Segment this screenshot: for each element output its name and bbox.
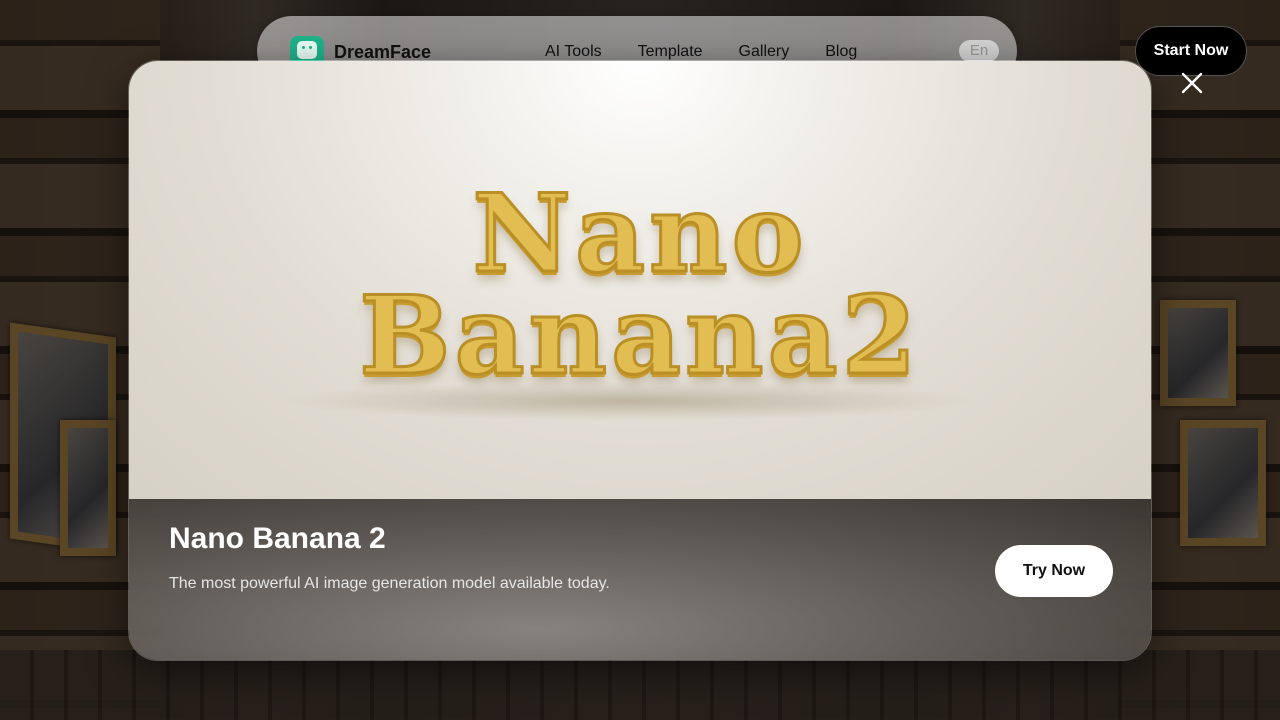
nav-blog[interactable]: Blog (825, 43, 857, 61)
promo-hero-image: Nano Banana2 (129, 61, 1151, 499)
nav-links: AI Tools Template Gallery Blog (545, 43, 857, 61)
nav-template[interactable]: Template (638, 43, 703, 61)
language-switcher[interactable]: En (959, 40, 999, 62)
close-icon[interactable] (1179, 70, 1205, 96)
promo-title: Nano Banana 2 (169, 522, 386, 555)
nav-ai-tools[interactable]: AI Tools (545, 43, 602, 61)
try-now-button[interactable]: Try Now (995, 545, 1113, 597)
hero-word-banana2: Banana2 (358, 272, 921, 401)
start-now-button[interactable]: Start Now (1135, 26, 1247, 76)
promo-info-panel: Nano Banana 2 The most powerful AI image… (129, 499, 1151, 660)
promo-subtitle: The most powerful AI image generation mo… (169, 575, 610, 592)
nav-gallery[interactable]: Gallery (739, 43, 790, 61)
promo-modal: Nano Banana2 Nano Banana 2 The most powe… (128, 60, 1152, 661)
